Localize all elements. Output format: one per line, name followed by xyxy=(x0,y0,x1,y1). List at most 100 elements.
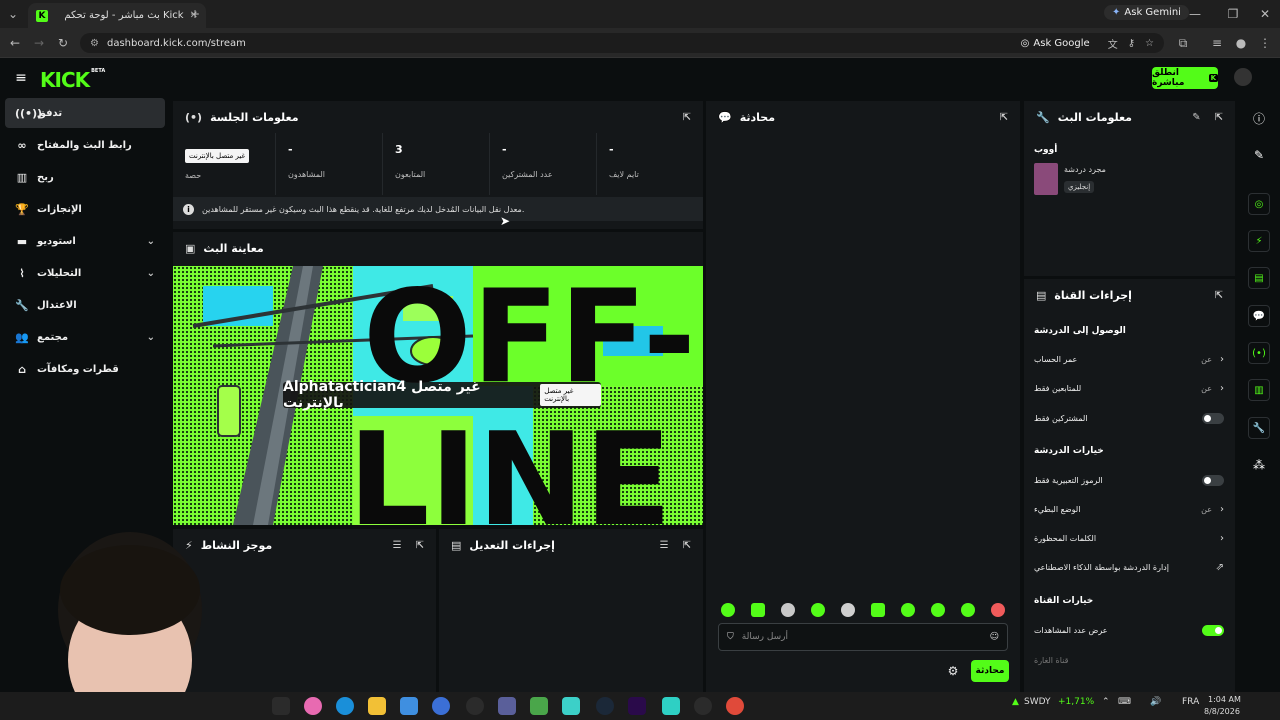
profile-avatar-icon[interactable]: ● xyxy=(1232,34,1250,52)
emote-icon[interactable] xyxy=(991,603,1005,617)
app-icon[interactable] xyxy=(562,697,580,715)
app-icon[interactable] xyxy=(498,697,516,715)
rail-wrench-icon[interactable]: 🔧 xyxy=(1248,417,1270,439)
bookmark-star-icon[interactable]: ☆ xyxy=(1145,38,1154,49)
sidebar-item-studio[interactable]: ▬ استوديو ⌄ xyxy=(5,226,165,256)
emote-icon[interactable] xyxy=(961,603,975,617)
forward-icon[interactable]: → xyxy=(30,34,48,52)
tray-chevron-icon[interactable]: ⌃ xyxy=(1102,697,1110,707)
category-thumbnail[interactable] xyxy=(1034,163,1058,195)
emote-icon[interactable] xyxy=(901,603,915,617)
reload-icon[interactable]: ↻ xyxy=(54,34,72,52)
kick-logo[interactable]: KICK BETA xyxy=(40,68,105,92)
extensions-icon[interactable]: ⧉ xyxy=(1174,34,1192,52)
filter-icon[interactable]: ☰ xyxy=(660,540,669,551)
user-avatar[interactable] xyxy=(1234,68,1252,86)
followers-only-row[interactable]: للمتابعين فقط عن › xyxy=(1034,378,1224,398)
popout-icon[interactable]: ⇱ xyxy=(683,540,691,551)
popout-icon[interactable]: ⇱ xyxy=(1215,112,1223,123)
emote-icon[interactable] xyxy=(811,603,825,617)
copilot-icon[interactable] xyxy=(304,697,322,715)
maximize-icon[interactable]: ❐ xyxy=(1224,5,1242,23)
file-explorer-icon[interactable] xyxy=(368,697,386,715)
rail-clipboard-icon[interactable]: ▤ xyxy=(1248,267,1270,289)
hamburger-menu-icon[interactable]: ≡ xyxy=(12,69,30,87)
emote-icon[interactable] xyxy=(841,603,855,617)
shield-icon[interactable]: ⛉ xyxy=(727,632,734,642)
tray-network-icon[interactable]: ⌨ xyxy=(1118,697,1131,707)
account-age-row[interactable]: عمر الحساب عن › xyxy=(1034,349,1224,369)
chatgpt-icon[interactable] xyxy=(466,697,484,715)
popout-icon[interactable]: ⇱ xyxy=(1215,290,1223,301)
popout-icon[interactable]: ⇱ xyxy=(683,112,691,123)
edit-pencil-icon[interactable]: ✎ xyxy=(1250,146,1268,164)
sidebar-item-analytics[interactable]: ⌇ التحليلات ⌄ xyxy=(5,258,165,288)
password-key-icon[interactable]: ⚷ xyxy=(1128,38,1135,49)
tray-volume-icon[interactable]: 🔊 xyxy=(1150,697,1161,707)
rail-more-icon[interactable]: ⁂ xyxy=(1250,456,1268,474)
popout-icon[interactable]: ⇱ xyxy=(1000,112,1008,123)
emote-icon[interactable] xyxy=(721,603,735,617)
tab-search-icon[interactable]: ⌄ xyxy=(4,5,22,23)
emote-icon[interactable] xyxy=(871,603,885,617)
outlook-icon[interactable] xyxy=(432,697,450,715)
rail-channel-icon[interactable]: ▥ xyxy=(1248,379,1270,401)
chrome-icon[interactable] xyxy=(726,697,744,715)
sidebar-item-moderation[interactable]: 🔧 الاعتدال xyxy=(5,290,165,320)
chat-message-input[interactable]: ⛉ أرسل رسالة ☺ xyxy=(718,623,1008,651)
edge-icon[interactable] xyxy=(336,697,354,715)
go-live-button[interactable]: انطلق مباشرة K xyxy=(1152,67,1218,89)
clock-time[interactable]: 1:04 AM xyxy=(1208,695,1241,704)
sidebar-item-monetize[interactable]: ▥ ربح xyxy=(5,162,165,192)
sidebar-item-drops[interactable]: ⌂ قطرات ومكافآت xyxy=(5,354,165,384)
emoji-icon[interactable]: ☺ xyxy=(990,632,999,642)
clock-date[interactable]: 8/8/2026 xyxy=(1204,707,1240,716)
show-viewers-toggle[interactable] xyxy=(1202,624,1224,636)
premiere-icon[interactable] xyxy=(628,697,646,715)
raid-channel-row[interactable]: قناة الغارة xyxy=(1034,650,1224,670)
chat-settings-gear-icon[interactable]: ⚙ xyxy=(944,662,962,680)
rail-capture-icon[interactable]: ◎ xyxy=(1248,193,1270,215)
emote-icon[interactable] xyxy=(751,603,765,617)
obs-icon[interactable] xyxy=(694,697,712,715)
sidebar-item-achievements[interactable]: 🏆 الإنجازات xyxy=(5,194,165,224)
browser-tab[interactable]: K بث مباشر - لوحة تحكم Kick ✕ xyxy=(28,3,206,28)
translate-icon[interactable]: 文 xyxy=(1108,36,1118,51)
rail-chat-icon[interactable]: 💬 xyxy=(1248,305,1270,327)
url-bar[interactable]: ⚙ dashboard.kick.com/stream ◎ Ask Google… xyxy=(80,33,1164,53)
ask-google-button[interactable]: ◎ Ask Google xyxy=(1013,36,1098,51)
new-tab-icon[interactable]: + xyxy=(186,5,204,23)
popout-icon[interactable]: ⇱ xyxy=(416,540,424,551)
minimize-icon[interactable]: — xyxy=(1186,5,1204,23)
browser-menu-icon[interactable]: ⋮ xyxy=(1256,34,1274,52)
chat-send-button[interactable]: محادثة xyxy=(971,660,1009,682)
rail-broadcast-icon[interactable]: (•) xyxy=(1248,342,1270,364)
ai-moderation-row[interactable]: إدارة الدردشة بواسطة الذكاء الاصطناعي ⇗ xyxy=(1034,557,1224,577)
sidebar-item-community[interactable]: 👥 مجتمع ⌄ xyxy=(5,322,165,352)
info-icon[interactable]: ⓘ xyxy=(1250,109,1268,127)
rail-lightning-icon[interactable]: ⚡ xyxy=(1248,230,1270,252)
store-icon[interactable] xyxy=(400,697,418,715)
stream-preview-image[interactable]: OFF- LINE Alphatactician4 غير متصل بالإن… xyxy=(173,266,703,525)
window-close-icon[interactable]: ✕ xyxy=(1256,5,1274,23)
category-name[interactable]: مجرد دردشة xyxy=(1064,165,1106,174)
emote-icon[interactable] xyxy=(781,603,795,617)
filter-icon[interactable]: ☰ xyxy=(393,540,402,551)
stock-ticker[interactable]: SWDY xyxy=(1024,697,1051,707)
app-icon[interactable] xyxy=(662,697,680,715)
xbox-icon[interactable] xyxy=(530,697,548,715)
emotes-only-toggle[interactable] xyxy=(1202,474,1224,486)
back-icon[interactable]: ← xyxy=(6,34,24,52)
input-language[interactable]: FRA xyxy=(1182,697,1199,707)
banned-words-row[interactable]: الكلمات المحظورة › xyxy=(1034,528,1224,548)
edit-pencil-icon[interactable]: ✎ xyxy=(1192,112,1200,123)
steam-icon[interactable] xyxy=(596,697,614,715)
site-info-icon[interactable]: ⚙ xyxy=(90,38,99,49)
ask-gemini-button[interactable]: ✦ Ask Gemini xyxy=(1104,5,1189,20)
reading-list-icon[interactable]: ≡ xyxy=(1208,34,1226,52)
subscribers-only-toggle[interactable] xyxy=(1202,412,1224,424)
emote-icon[interactable] xyxy=(931,603,945,617)
slow-mode-row[interactable]: الوضع البطيء عن › xyxy=(1034,499,1224,519)
task-view-icon[interactable] xyxy=(272,697,290,715)
sidebar-item-stream-key[interactable]: ∞ رابط البث والمفتاح xyxy=(5,130,165,160)
